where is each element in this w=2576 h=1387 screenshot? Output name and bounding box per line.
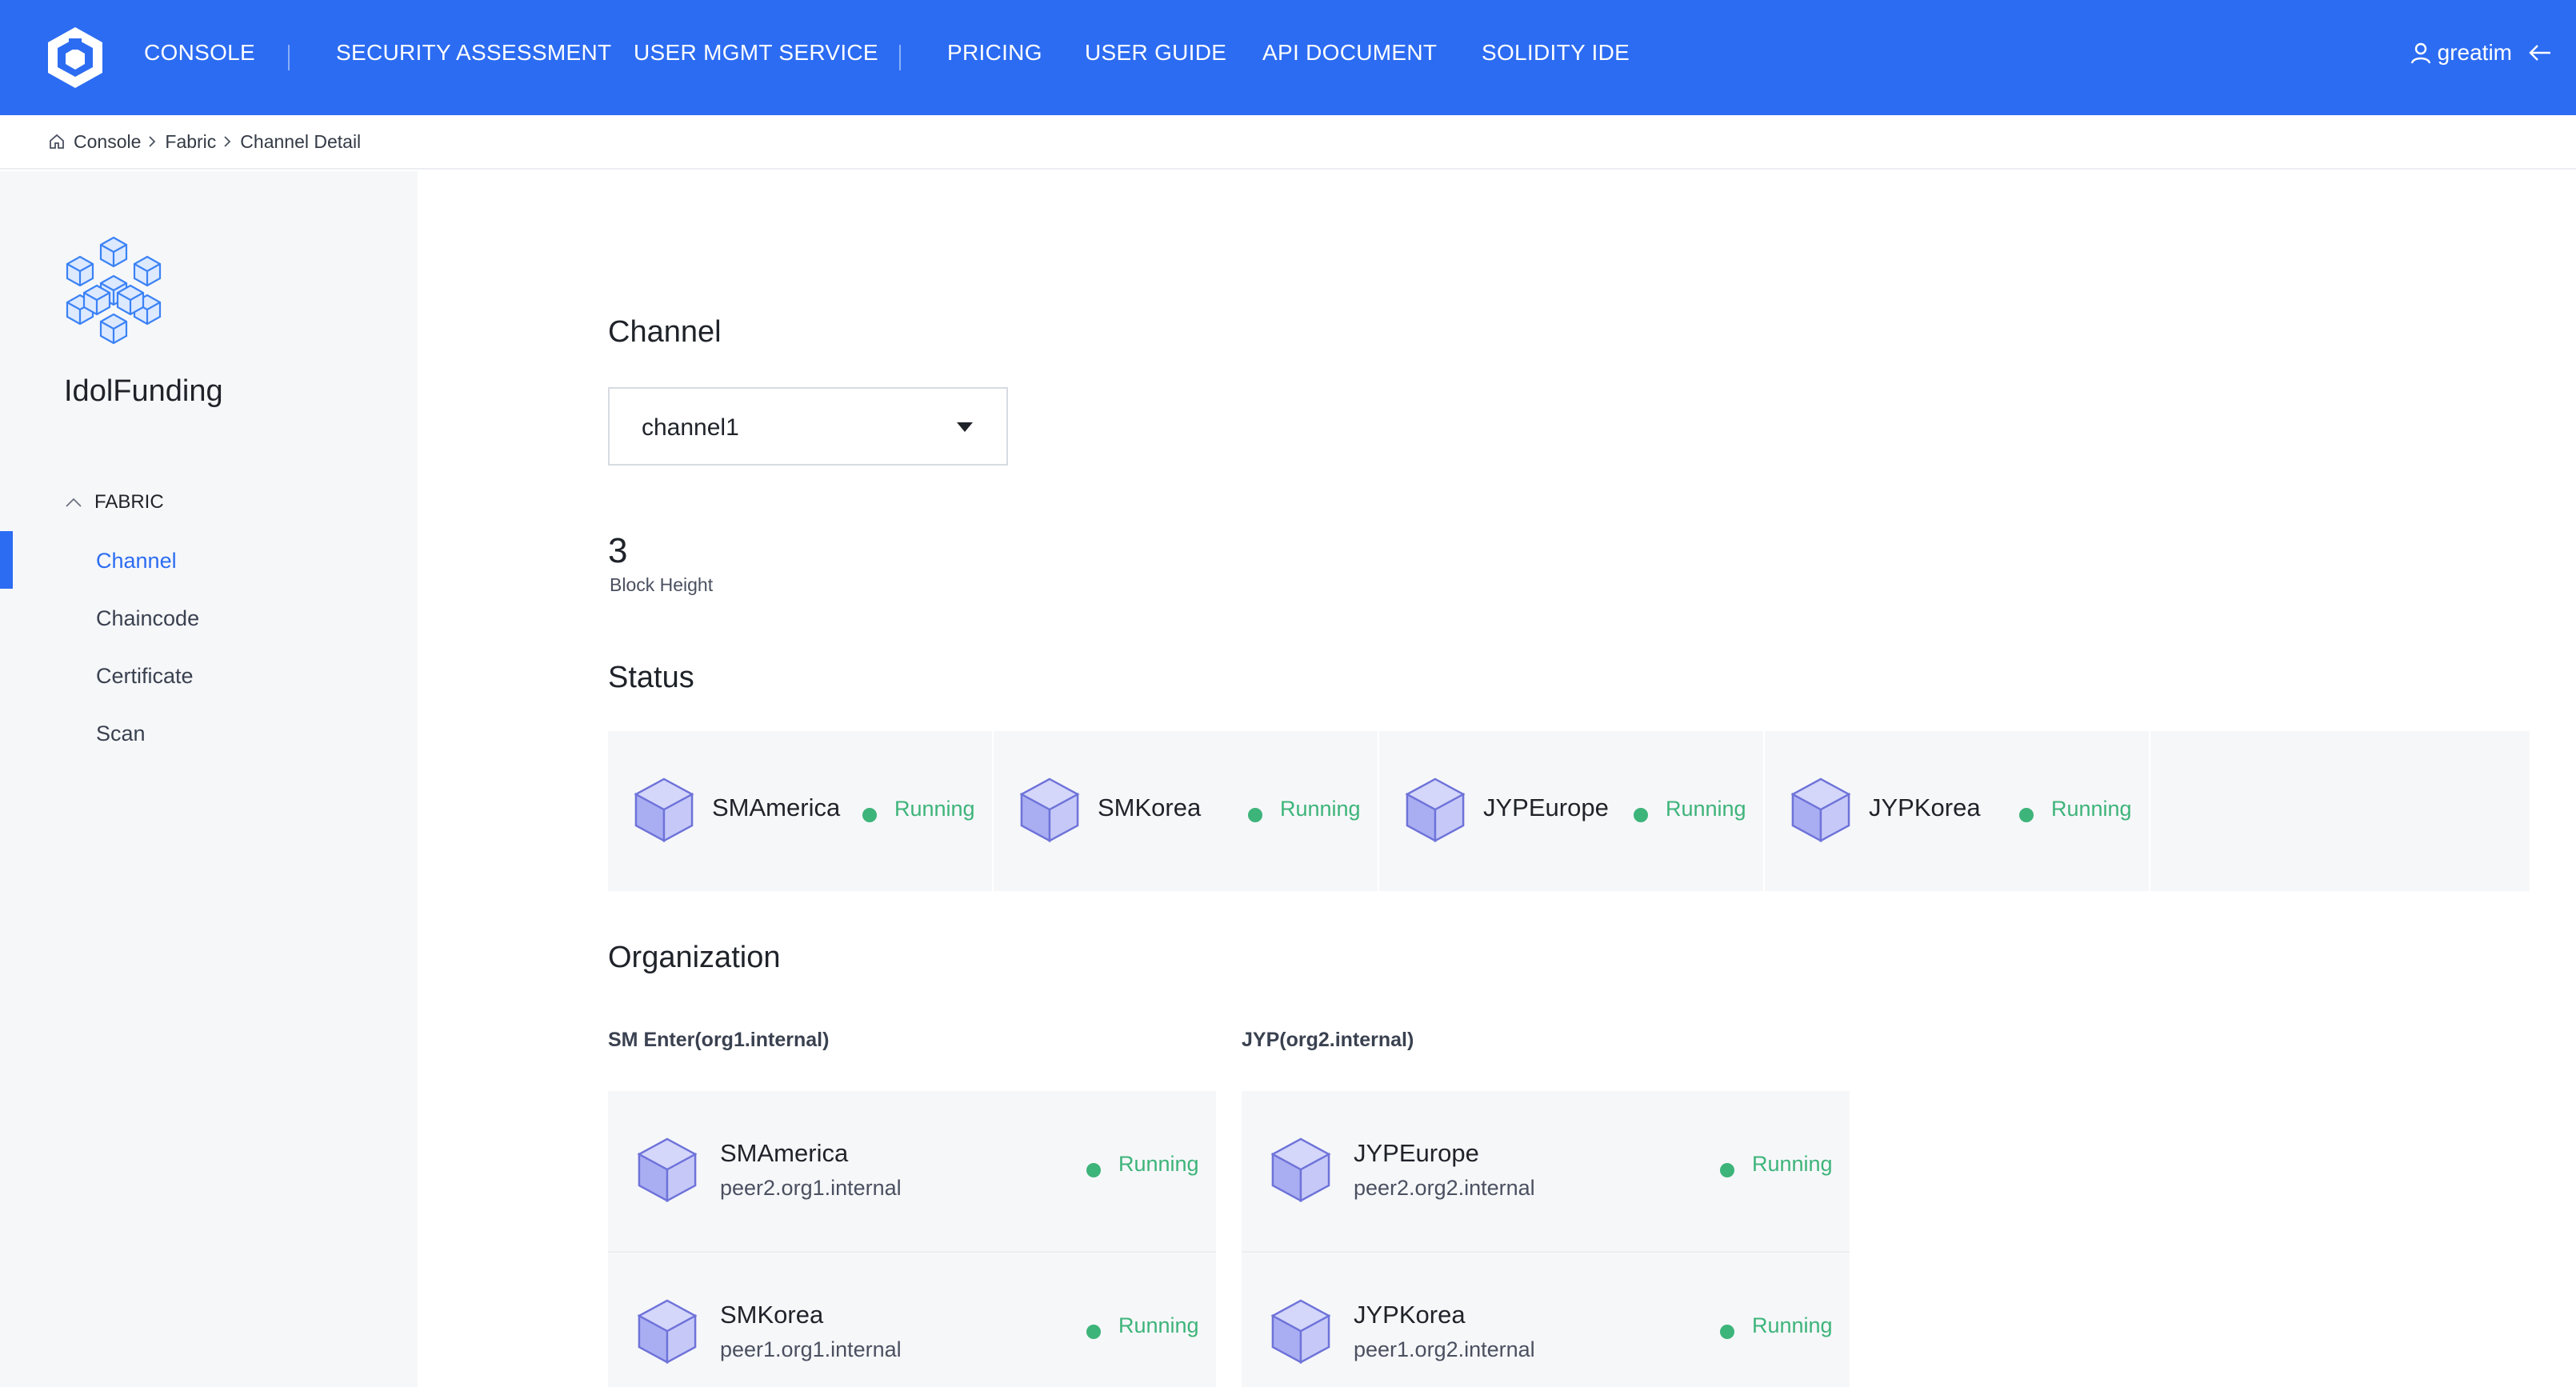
peer-status: Running xyxy=(1752,1152,1833,1176)
block-height-value: 3 xyxy=(608,531,628,570)
active-indicator xyxy=(0,531,13,589)
peer-card[interactable]: JYPKorea peer1.org2.internal Running xyxy=(1242,1253,1850,1387)
nav-user-mgmt-service[interactable]: USER MGMT SERVICE xyxy=(634,40,878,66)
channel-select[interactable]: channel1 xyxy=(608,387,1008,466)
breadcrumb-console[interactable]: Console xyxy=(74,131,141,153)
status-card: JYPKorea Running xyxy=(1765,731,2150,891)
cube-icon xyxy=(1791,777,1850,842)
peer-card[interactable]: JYPEurope peer2.org2.internal Running xyxy=(1242,1091,1850,1253)
sidebar-item-channel[interactable]: Channel xyxy=(96,549,177,574)
peer-host: peer2.org2.internal xyxy=(1354,1176,1535,1200)
channel-section-title: Channel xyxy=(608,315,722,349)
node-name: SMKorea xyxy=(1098,793,1202,821)
chevron-right-icon xyxy=(149,136,156,147)
home-icon[interactable] xyxy=(48,133,66,150)
sidebar: IdolFunding FABRIC Channel Chaincode Cer… xyxy=(0,171,418,1387)
peer-status: Running xyxy=(1752,1313,1833,1337)
sidebar-group-fabric[interactable]: FABRIC xyxy=(64,491,164,514)
top-navbar: CONSOLE SECURITY ASSESSMENT USER MGMT SE… xyxy=(0,0,2576,115)
peer-card[interactable]: SMKorea peer1.org1.internal Running xyxy=(608,1253,1216,1387)
node-name: JYPKorea xyxy=(1869,793,1981,821)
peer-name: SMKorea xyxy=(720,1301,824,1329)
peer-host: peer1.org2.internal xyxy=(1354,1337,1535,1361)
org-label: JYP(org2.internal) xyxy=(1242,1029,1414,1051)
cube-icon xyxy=(1271,1137,1330,1202)
node-status: Running xyxy=(1666,797,1746,821)
node-name: JYPEurope xyxy=(1483,793,1609,821)
breadcrumb-channel-detail: Channel Detail xyxy=(240,130,362,152)
org-label: SM Enter(org1.internal) xyxy=(608,1029,830,1051)
sidebar-group-label: FABRIC xyxy=(94,491,164,513)
caret-down-icon xyxy=(957,422,973,432)
status-section-title: Status xyxy=(608,661,694,694)
nav-pricing[interactable]: PRICING xyxy=(947,40,1042,66)
sidebar-item-certificate[interactable]: Certificate xyxy=(96,664,194,689)
username: greatim xyxy=(2437,40,2512,65)
nav-solidity-ide[interactable]: SOLIDITY IDE xyxy=(1482,40,1630,66)
logout-arrow-icon[interactable] xyxy=(2528,42,2552,63)
node-status: Running xyxy=(894,797,975,821)
peer-status: Running xyxy=(1118,1313,1199,1337)
main-nav: CONSOLE SECURITY ASSESSMENT USER MGMT SE… xyxy=(0,0,2576,115)
nav-console[interactable]: CONSOLE xyxy=(144,40,255,66)
organization-section-title: Organization xyxy=(608,941,781,974)
status-card: SMAmerica Running xyxy=(608,731,994,891)
nav-user-guide[interactable]: USER GUIDE xyxy=(1085,40,1226,66)
main-content: Channel channel1 3 Block Height Status S… xyxy=(418,171,2576,1387)
blockchain-cubes-icon xyxy=(66,236,162,345)
channel-select-value: channel1 xyxy=(642,414,739,441)
breadcrumb-fabric[interactable]: Fabric xyxy=(165,131,216,153)
sidebar-item-scan[interactable]: Scan xyxy=(96,721,146,746)
cube-icon xyxy=(638,1137,697,1202)
chevron-right-icon xyxy=(224,136,231,147)
breadcrumb: Console Fabric Channel Detail xyxy=(0,115,2576,170)
sidebar-item-chaincode[interactable]: Chaincode xyxy=(96,606,199,631)
node-name: SMAmerica xyxy=(712,793,841,821)
peer-name: JYPKorea xyxy=(1354,1301,1466,1329)
status-dot xyxy=(862,808,877,822)
peer-status: Running xyxy=(1118,1152,1199,1176)
cube-icon xyxy=(634,777,694,842)
nav-divider xyxy=(288,45,290,70)
nav-api-document[interactable]: API DOCUMENT xyxy=(1262,40,1437,66)
status-dot xyxy=(1634,808,1648,822)
status-dot xyxy=(1086,1325,1101,1339)
node-status: Running xyxy=(1280,797,1361,821)
cube-icon xyxy=(638,1299,697,1364)
status-dot xyxy=(1720,1163,1734,1177)
status-card: SMKorea Running xyxy=(994,731,1379,891)
user-menu[interactable]: greatim xyxy=(2410,40,2552,66)
node-status: Running xyxy=(2051,797,2132,821)
nav-divider xyxy=(899,45,901,70)
status-card: JYPEurope Running xyxy=(1379,731,1765,891)
status-dot xyxy=(2019,808,2034,822)
block-height-label: Block Height xyxy=(610,574,714,595)
user-icon xyxy=(2410,42,2430,64)
peer-host: peer1.org1.internal xyxy=(720,1337,902,1361)
peer-name: SMAmerica xyxy=(720,1139,849,1167)
cube-icon xyxy=(1020,777,1079,842)
project-name: IdolFunding xyxy=(64,374,223,408)
peer-host: peer2.org1.internal xyxy=(720,1176,902,1200)
peer-card[interactable]: SMAmerica peer2.org1.internal Running xyxy=(608,1091,1216,1253)
peer-name: JYPEurope xyxy=(1354,1139,1479,1167)
status-dot xyxy=(1248,808,1262,822)
cube-icon xyxy=(1406,777,1465,842)
nav-security-assessment[interactable]: SECURITY ASSESSMENT xyxy=(336,40,611,66)
status-strip: SMAmerica Running SMKorea Running JYPEur… xyxy=(608,731,2530,891)
chevron-up-icon xyxy=(66,498,82,507)
cube-icon xyxy=(1271,1299,1330,1364)
status-dot xyxy=(1720,1325,1734,1339)
status-dot xyxy=(1086,1163,1101,1177)
